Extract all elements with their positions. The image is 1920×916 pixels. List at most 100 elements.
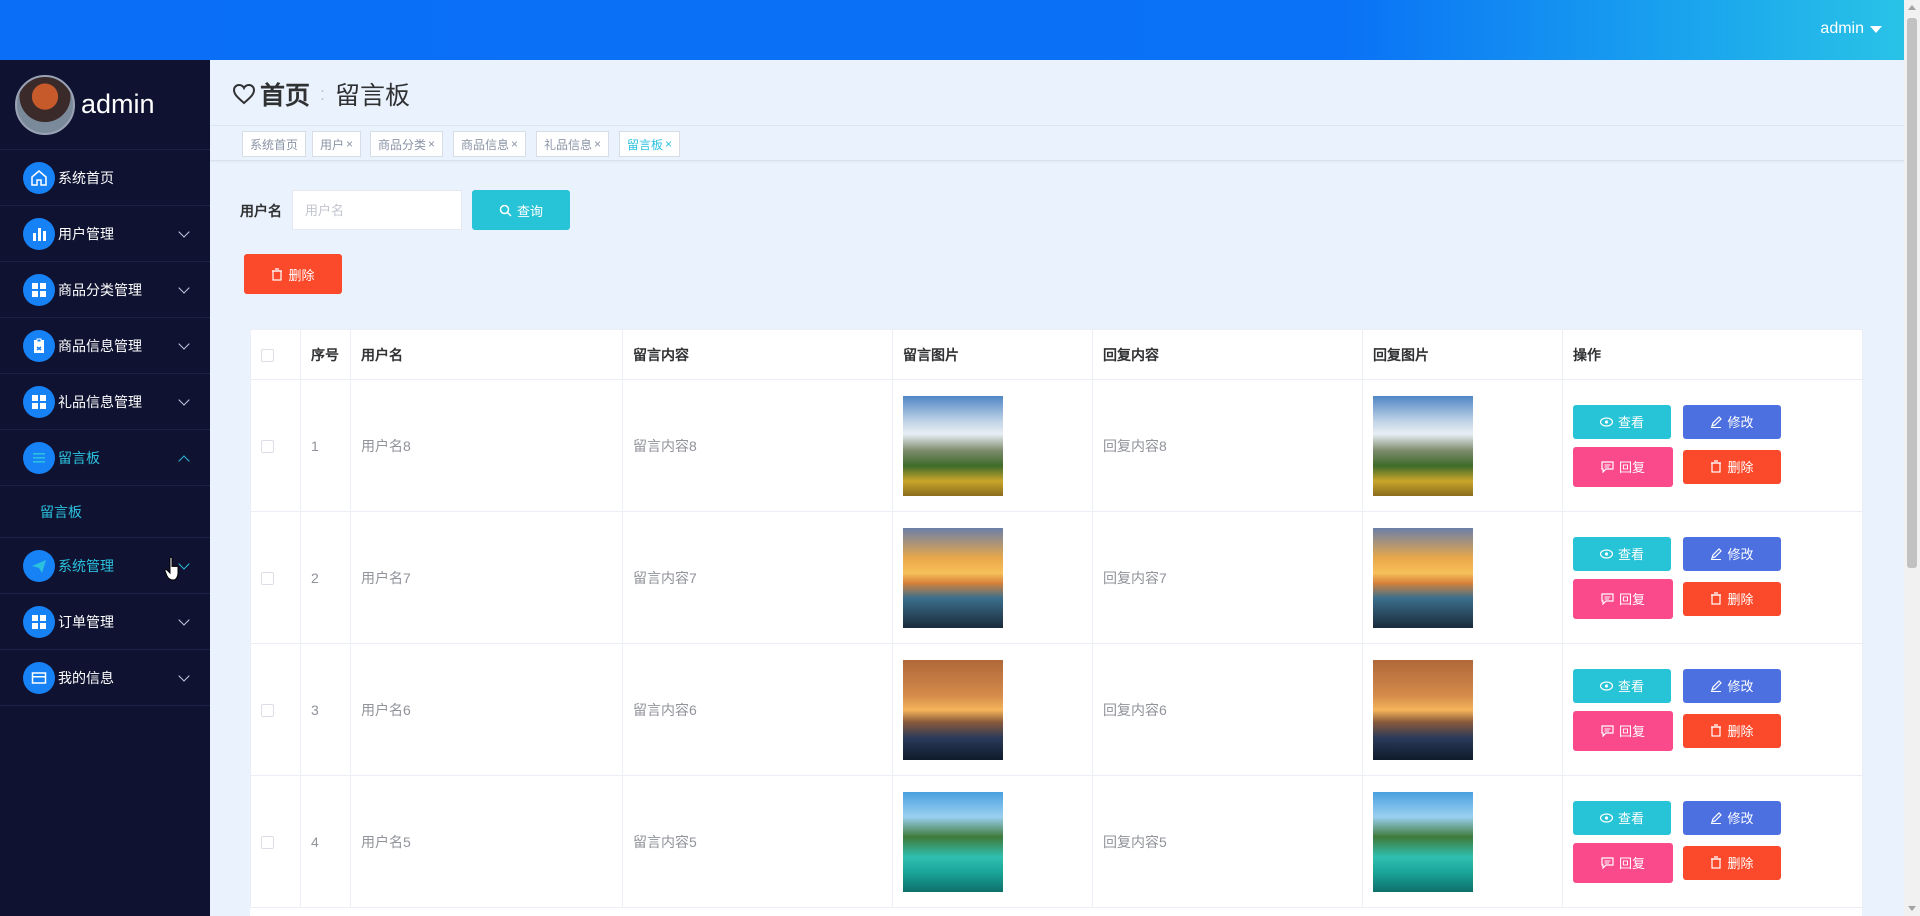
- table-row: 2 用户名7 留言内容7 回复内容7 查看 修改 回复 删除: [250, 511, 1863, 644]
- search-icon: [499, 204, 512, 217]
- row-select: [250, 379, 301, 512]
- trash-icon: [272, 267, 283, 281]
- reply-button[interactable]: 回复: [1573, 710, 1673, 751]
- page-scrollbar[interactable]: [1904, 0, 1920, 916]
- scroll-down-icon[interactable]: [1908, 906, 1916, 911]
- sidebar-item-label: 用户管理: [58, 225, 114, 242]
- header-cell: 回复内容: [1092, 329, 1363, 380]
- row-select: [250, 643, 301, 776]
- header-cell: 留言图片: [892, 329, 1093, 380]
- sidebar-item-gifts[interactable]: 礼品信息管理: [0, 374, 210, 430]
- sidebar-item-messages[interactable]: 留言板: [0, 430, 210, 486]
- row-checkbox[interactable]: [261, 836, 274, 850]
- cell-actions: 查看 修改 回复 删除: [1562, 775, 1863, 908]
- chevron-down-icon: [178, 614, 190, 626]
- sidebar-item-label: 礼品信息管理: [58, 393, 142, 410]
- reply-image[interactable]: [1373, 791, 1473, 892]
- view-button-label: 查看: [1617, 547, 1644, 562]
- chat-icon: [1601, 592, 1614, 605]
- edit-button[interactable]: 修改: [1683, 668, 1781, 703]
- query-button[interactable]: 查询: [472, 190, 570, 230]
- paper-plane-icon: [23, 549, 55, 582]
- list-icon: [23, 441, 55, 474]
- edit-button[interactable]: 修改: [1683, 800, 1781, 835]
- edit-icon: [1711, 415, 1723, 428]
- user-menu[interactable]: admin: [1820, 20, 1882, 38]
- close-icon[interactable]: ×: [511, 137, 518, 151]
- select-all-checkbox[interactable]: [261, 349, 274, 363]
- tag-products[interactable]: 商品信息 ×: [453, 131, 527, 157]
- edit-button[interactable]: 修改: [1683, 404, 1781, 439]
- delete-button[interactable]: 删除: [1683, 713, 1781, 748]
- cell-content: 留言内容8: [622, 379, 893, 512]
- cell-reply-image: [1362, 643, 1563, 776]
- sidebar-item-label: 我的信息: [58, 669, 114, 686]
- message-table: 序号 用户名 留言内容 留言图片 回复内容 回复图片 操作 1 用户名8 留言内…: [250, 329, 1863, 916]
- tag-home[interactable]: 系统首页: [242, 131, 307, 157]
- close-icon[interactable]: ×: [346, 137, 353, 151]
- scroll-up-icon[interactable]: [1908, 5, 1916, 10]
- batch-delete-button[interactable]: 删除: [244, 254, 342, 294]
- eye-icon: [1599, 416, 1613, 427]
- sidebar-item-orders[interactable]: 订单管理: [0, 594, 210, 650]
- sidebar-item-home[interactable]: 系统首页: [0, 150, 210, 206]
- delete-button[interactable]: 删除: [1683, 581, 1781, 616]
- view-button[interactable]: 查看: [1573, 536, 1671, 571]
- cell-reply: 回复内容8: [1092, 379, 1363, 512]
- reply-button[interactable]: 回复: [1573, 446, 1673, 487]
- edit-button[interactable]: 修改: [1683, 536, 1781, 571]
- view-button[interactable]: 查看: [1573, 404, 1671, 439]
- cell-message-image: [892, 379, 1093, 512]
- chevron-down-icon: [178, 670, 190, 682]
- close-icon[interactable]: ×: [665, 137, 672, 151]
- search-input[interactable]: [292, 190, 462, 230]
- sidebar-item-users[interactable]: 用户管理: [0, 206, 210, 262]
- row-checkbox[interactable]: [261, 440, 274, 454]
- message-image[interactable]: [903, 791, 1003, 892]
- delete-button-label: 删除: [1727, 724, 1754, 739]
- message-image[interactable]: [903, 659, 1003, 760]
- reply-button-label: 回复: [1618, 592, 1645, 607]
- reply-image[interactable]: [1373, 659, 1473, 760]
- sidebar-item-products[interactable]: 商品信息管理: [0, 318, 210, 374]
- close-icon[interactable]: ×: [594, 137, 601, 151]
- chevron-down-icon: [178, 226, 190, 238]
- delete-button-label: 删除: [1727, 460, 1754, 475]
- breadcrumb-home[interactable]: 首页: [232, 76, 310, 112]
- chevron-down-icon: [178, 394, 190, 406]
- sidebar-item-category[interactable]: 商品分类管理: [0, 262, 210, 318]
- tag-messages[interactable]: 留言板 ×: [619, 131, 681, 157]
- row-checkbox[interactable]: [261, 704, 274, 718]
- view-button[interactable]: 查看: [1573, 800, 1671, 835]
- reply-image[interactable]: [1373, 395, 1473, 496]
- row-checkbox[interactable]: [261, 572, 274, 586]
- cell-reply-image: [1362, 379, 1563, 512]
- view-button-label: 查看: [1617, 679, 1644, 694]
- edit-button-label: 修改: [1727, 547, 1754, 562]
- scroll-thumb[interactable]: [1907, 18, 1917, 568]
- header-select: [250, 329, 301, 380]
- tag-category[interactable]: 商品分类 ×: [370, 131, 444, 157]
- edit-icon: [1711, 811, 1723, 824]
- message-image[interactable]: [903, 395, 1003, 496]
- delete-button[interactable]: 删除: [1683, 845, 1781, 880]
- reply-button[interactable]: 回复: [1573, 842, 1673, 883]
- chat-icon: [1601, 460, 1614, 473]
- sidebar-item-profile[interactable]: 我的信息: [0, 650, 210, 706]
- tag-users[interactable]: 用户 ×: [312, 131, 362, 157]
- delete-button[interactable]: 删除: [1683, 449, 1781, 484]
- reply-image[interactable]: [1373, 527, 1473, 628]
- cell-reply-image: [1362, 775, 1563, 908]
- close-icon[interactable]: ×: [428, 137, 435, 151]
- hand-cursor-icon: [164, 556, 179, 581]
- sidebar-item-label: 商品信息管理: [58, 337, 142, 354]
- edit-button-label: 修改: [1727, 415, 1754, 430]
- reply-button[interactable]: 回复: [1573, 578, 1673, 619]
- submenu-item-messages[interactable]: 留言板: [0, 486, 210, 538]
- tag-gifts[interactable]: 礼品信息 ×: [536, 131, 610, 157]
- delete-button-label: 删除: [1727, 592, 1754, 607]
- message-image[interactable]: [903, 527, 1003, 628]
- view-button[interactable]: 查看: [1573, 668, 1671, 703]
- edit-button-label: 修改: [1727, 811, 1754, 826]
- reply-button-label: 回复: [1618, 724, 1645, 739]
